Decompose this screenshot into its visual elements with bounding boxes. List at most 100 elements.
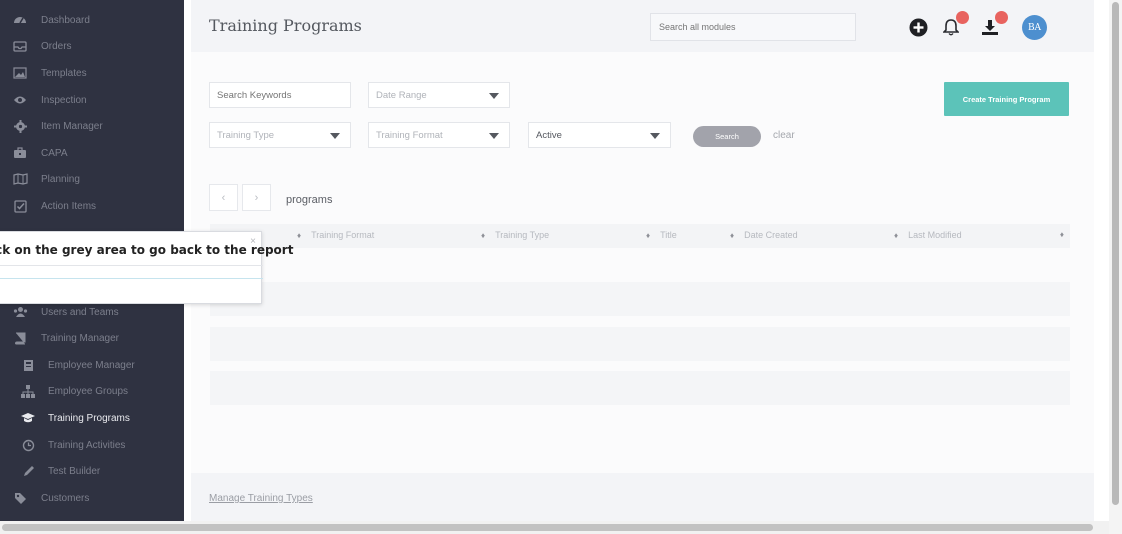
downloads-button[interactable] (980, 11, 1008, 37)
status-select[interactable]: Active (528, 122, 671, 148)
vertical-scrollbar-thumb[interactable] (1112, 2, 1119, 505)
training-type-select[interactable]: Training Type (209, 122, 351, 148)
sidebar-item-test-builder[interactable]: Test Builder (0, 458, 184, 484)
divider (0, 278, 263, 279)
dashboard-icon (11, 11, 29, 29)
tag-icon (11, 489, 29, 507)
column-label: Date Created (744, 230, 798, 240)
sidebar-item-label: Item Manager (41, 120, 103, 132)
close-icon[interactable]: × (250, 236, 256, 247)
sidebar-item-label: Training Activities (48, 439, 126, 451)
sidebar-item-action-items[interactable]: Action Items (0, 193, 184, 219)
column-date-created[interactable]: ♦ Date Created (730, 230, 798, 240)
checkbox-icon (11, 197, 29, 215)
sidebar-item-capa[interactable]: CAPA (0, 140, 184, 166)
chevron-down-icon (489, 93, 499, 99)
table-row (210, 282, 1070, 316)
create-training-program-button[interactable]: Create Training Program (944, 82, 1069, 116)
sidebar-item-training-activities[interactable]: Training Activities (0, 432, 184, 458)
sidebar-item-planning[interactable]: Planning (0, 166, 184, 192)
notifications-button[interactable] (941, 11, 969, 37)
sort-icon: ♦ (730, 230, 735, 240)
users-icon (11, 303, 29, 321)
eye-icon (11, 91, 29, 109)
search-button[interactable]: Search (693, 126, 761, 147)
training-type-label: Training Type (217, 129, 275, 141)
column-label: Training Format (311, 230, 375, 240)
prev-page-button[interactable]: ‹ (209, 184, 238, 211)
date-range-label: Date Range (376, 89, 427, 101)
plus-circle-icon (909, 18, 927, 36)
global-search-input[interactable] (650, 13, 856, 41)
inbox-icon (11, 37, 29, 55)
sort-icon: ♦ (297, 230, 302, 240)
graduation-cap-icon (19, 409, 37, 427)
programs-label: programs (286, 194, 333, 206)
training-format-label: Training Format (376, 129, 443, 141)
column-last-modified[interactable]: ♦ Last Modified (894, 230, 962, 240)
sidebar-item-label: Employee Manager (48, 359, 135, 371)
search-keywords-input[interactable] (209, 82, 351, 108)
column-label: Last Modified (908, 230, 962, 240)
sidebar-item-label: Test Builder (48, 465, 101, 477)
date-range-select[interactable]: Date Range (368, 82, 510, 108)
sidebar-item-orders[interactable]: Orders (0, 33, 184, 59)
sidebar-item-dashboard[interactable]: Dashboard (0, 7, 184, 33)
clear-link[interactable]: clear (773, 130, 795, 141)
sidebar-item-label: Training Programs (48, 412, 130, 424)
avatar[interactable]: BA (1022, 15, 1047, 40)
pencil-icon (19, 462, 37, 480)
sidebar-item-label: CAPA (41, 147, 68, 159)
sort-icon: ♦ (646, 230, 651, 240)
sidebar-item-label: Employee Groups (48, 385, 129, 397)
id-card-icon (19, 356, 37, 374)
gear-icon (11, 117, 29, 135)
sidebar-item-label: Inspection (41, 94, 87, 106)
table-row (210, 327, 1070, 361)
horizontal-scrollbar-thumb[interactable] (2, 524, 1093, 531)
sidebar-item-label: Customers (41, 492, 90, 504)
sidebar-item-inspection[interactable]: Inspection (0, 87, 184, 113)
chevron-down-icon (650, 133, 660, 139)
sort-icon: ♦ (894, 230, 899, 240)
sidebar-item-label: Dashboard (41, 14, 90, 26)
chevron-down-icon (489, 133, 499, 139)
next-page-button[interactable]: › (242, 184, 271, 211)
sidebar-item-employee-groups[interactable]: Employee Groups (0, 378, 184, 404)
page-title: Training Programs (209, 16, 362, 35)
tooltip-popover: ick on the grey area to go back to the r… (0, 231, 293, 304)
sitemap-icon (19, 382, 37, 400)
training-format-select[interactable]: Training Format (368, 122, 510, 148)
sidebar-item-label: Training Manager (41, 332, 120, 344)
sidebar-item-label: Users and Teams (41, 306, 119, 318)
sidebar-item-item-manager[interactable]: Item Manager (0, 113, 184, 139)
column-title[interactable]: ♦ Title (646, 230, 677, 240)
sidebar-item-training-programs[interactable]: Training Programs (0, 405, 184, 431)
top-header: Training Programs BA (191, 0, 1094, 52)
map-icon (11, 170, 29, 188)
sidebar-item-label: Templates (41, 67, 87, 79)
image-icon (11, 64, 29, 82)
table-header: ♦ Training Format ♦ Training Type ♦ Titl… (210, 224, 1070, 248)
sidebar-item-label: Action Items (41, 200, 97, 212)
manage-training-types-link[interactable]: Manage Training Types (209, 493, 313, 504)
column-label: Title (660, 230, 677, 240)
add-button[interactable] (908, 17, 928, 37)
divider (0, 265, 263, 266)
sidebar-item-customers[interactable]: Customers (0, 485, 184, 511)
sort-icon: ♦ (481, 230, 486, 240)
footer: Manage Training Types (191, 473, 1094, 521)
sidebar-item-training-manager[interactable]: Training Manager (0, 325, 184, 351)
sort-icon: ♦ (1059, 230, 1064, 239)
sidebar-item-employee-manager[interactable]: Employee Manager (0, 352, 184, 378)
sidebar-item-label: Planning (41, 173, 80, 185)
clock-icon (19, 436, 37, 454)
column-training-type[interactable]: ♦ Training Type (481, 230, 549, 240)
status-label: Active (536, 129, 562, 141)
column-label: Training Type (495, 230, 550, 240)
briefcase-icon (11, 144, 29, 162)
download-badge (995, 11, 1008, 24)
chevron-down-icon (330, 133, 340, 139)
sidebar-item-templates[interactable]: Templates (0, 60, 184, 86)
column-training-format[interactable]: ♦ Training Format (297, 230, 374, 240)
